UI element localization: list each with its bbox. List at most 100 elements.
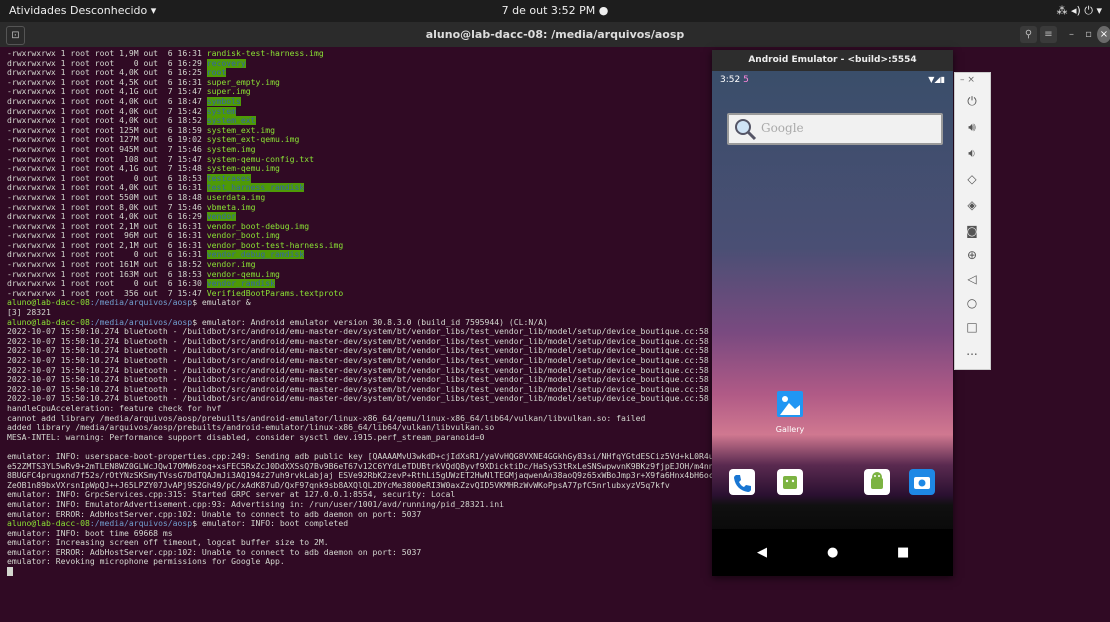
directory-name: system_ext [206, 116, 256, 126]
file-attributes: -rwxrwxrwx 1 root root 108 out 7 15:47 [7, 154, 207, 164]
file-attributes: -rwxrwxrwx 1 root root 8,0K out 7 15:46 [7, 202, 207, 212]
close-icon[interactable]: × [1097, 26, 1110, 43]
output-text: emulator: Revoking microphone permission… [7, 557, 285, 567]
rotate-right-icon[interactable]: ◈ [962, 195, 982, 215]
android-robot-icon [871, 472, 883, 489]
file-attributes: drwxrwxrwx 1 root root 4,0K out 6 16:31 [7, 183, 207, 193]
output-text: 2022-10-07 15:50:10.274 bluetooth - /bui… [7, 327, 763, 337]
screenshot-icon[interactable]: ◙ [962, 221, 982, 241]
messages-app-icon[interactable] [777, 469, 803, 495]
volume-up-icon[interactable]: 🔊︎ [962, 117, 982, 137]
navigation-bar: ◀ ● ■ [712, 529, 953, 576]
file-attributes: drwxrwxrwx 1 root root 4,0K out 6 16:29 [7, 212, 207, 222]
camera-app-icon[interactable] [909, 469, 935, 495]
rotate-left-icon[interactable]: ◇ [962, 169, 982, 189]
search-icon[interactable]: ⚲ [1020, 26, 1037, 43]
file-name: system_ext-qemu.img [206, 135, 300, 145]
phone-icon [734, 475, 751, 492]
status-bar-left: 3:52 5 [720, 75, 749, 85]
output-text: 2022-10-07 15:50:10.274 bluetooth - /bui… [7, 336, 763, 346]
more-options-icon[interactable]: ... [962, 341, 982, 361]
file-attributes: -rwxrwxrwx 1 root root 161M out 6 18:52 [7, 260, 207, 270]
zoom-icon[interactable]: ⊕ [962, 245, 982, 265]
file-attributes: drwxrwxrwx 1 root root 0 out 6 16:31 [7, 250, 207, 260]
directory-name: recovery [206, 58, 246, 68]
file-attributes: -rwxrwxrwx 1 root root 4,5K out 6 16:31 [7, 77, 207, 87]
directory-name: test_harness_ramdisk [206, 183, 305, 193]
gallery-app-icon[interactable]: Gallery [770, 391, 810, 434]
output-text: 2022-10-07 15:50:10.274 bluetooth - /bui… [7, 365, 763, 375]
file-name: vendor_boot-test-harness.img [206, 240, 344, 250]
command-text: $ emulator & [192, 298, 251, 308]
directory-name: testcases [206, 173, 251, 183]
file-name: vendor-qemu.img [206, 269, 280, 279]
directory-name: vendor_ramdisk [206, 279, 276, 289]
file-attributes: -rwxrwxrwx 1 root root 550M out 6 18:48 [7, 192, 207, 202]
file-name: VerifiedBootParams.textproto [206, 288, 344, 298]
output-text: added library /media/arquivos/aosp/prebu… [7, 423, 495, 433]
output-text: 2022-10-07 15:50:10.274 bluetooth - /bui… [7, 384, 763, 394]
file-name: vendor_boot-debug.img [206, 221, 310, 231]
file-attributes: drwxrwxrwx 1 root root 4,0K out 7 15:42 [7, 106, 207, 116]
maximize-icon[interactable]: ▫ [1080, 26, 1097, 43]
file-name: system-qemu-config.txt [206, 154, 314, 164]
output-text: emulator: INFO: GrpcServices.cpp:315: St… [7, 490, 456, 500]
file-name: vbmeta.img [206, 202, 256, 212]
output-text: emulator: Increasing screen off timeout,… [7, 538, 329, 548]
google-search-bar[interactable]: Google [727, 113, 943, 145]
back-button-icon[interactable]: ◀ [757, 545, 767, 560]
phone-app-icon[interactable] [729, 469, 755, 495]
file-name: userdata.img [206, 192, 266, 202]
file-attributes: -rwxrwxrwx 1 root root 4,1G out 7 15:47 [7, 87, 207, 97]
output-text: 2022-10-07 15:50:10.274 bluetooth - /bui… [7, 356, 763, 365]
file-attributes: -rwxrwxrwx 1 root root 1,9M out 6 16:31 [7, 49, 207, 58]
toolbar-window-controls[interactable]: – × [960, 75, 975, 85]
file-attributes: drwxrwxrwx 1 root root 4,0K out 6 18:52 [7, 116, 207, 126]
output-text: MESA-INTEL: warning: Performance support… [7, 432, 485, 442]
output-text: emulator: ERROR: AdbHostServer.cpp:102: … [7, 509, 422, 519]
clock[interactable]: 7 de out 3:52 PM ● [0, 4, 1110, 17]
camera-icon [914, 477, 930, 489]
file-attributes: -rwxrwxrwx 1 root root 2,1M out 6 16:31 [7, 240, 207, 250]
prompt-path: :/media/arquivos/aosp [89, 519, 193, 529]
minimize-icon[interactable]: – [1063, 26, 1080, 43]
file-attributes: drwxrwxrwx 1 root root 4,0K out 6 16:25 [7, 68, 207, 78]
file-attributes: -rwxrwxrwx 1 root root 4,1G out 7 15:48 [7, 164, 207, 174]
recents-button-icon[interactable]: ■ [897, 545, 909, 560]
file-attributes: drwxrwxrwx 1 root root 0 out 6 16:30 [7, 279, 207, 289]
volume-down-icon[interactable]: 🔉︎ [962, 143, 982, 163]
android-app-icon[interactable] [864, 469, 890, 495]
output-text: cannot add library /media/arquivos/aosp/… [7, 413, 646, 423]
directory-name: system [206, 106, 237, 116]
android-home-screen[interactable]: 3:52 5 ▼◢▮ Google Gallery ◀ ● ■ [712, 71, 953, 576]
overview-icon[interactable]: □ [962, 317, 982, 337]
file-name: vendor_boot.img [206, 231, 280, 241]
file-attributes: -rwxrwxrwx 1 root root 163M out 6 18:53 [7, 269, 207, 279]
command-text: $ emulator: INFO: boot completed [192, 519, 349, 529]
file-name: system-qemu.img [206, 164, 280, 174]
gallery-icon [777, 391, 803, 417]
back-icon[interactable]: ◁ [962, 269, 982, 289]
output-text: e52ZMTS3YL5wRv9+2mTLEN8WZ0GLWcJQw17OMW6z… [7, 461, 821, 471]
status-time: 3:52 [720, 75, 741, 85]
prompt-user: aluno@lab-dacc-08 [7, 317, 90, 327]
directory-name: vendor_debug_ramdisk [206, 250, 305, 260]
output-text: [3] 28321 [7, 308, 51, 318]
home-icon[interactable]: ○ [962, 293, 982, 313]
dock [712, 469, 953, 505]
system-tray[interactable]: ⁂ ◂) ⏻ ▾ [1056, 4, 1102, 18]
file-attributes: -rwxrwxrwx 1 root root 356 out 7 15:47 [7, 288, 207, 298]
android-messages-icon [783, 476, 797, 489]
emulator-toolbar: – × ⏻ 🔊︎ 🔉︎ ◇ ◈ ◙ ⊕ ◁ ○ □ ... [954, 72, 991, 370]
terminal-titlebar: ⊡ aluno@lab-dacc-08: /media/arquivos/aos… [0, 22, 1110, 47]
file-name: system.img [206, 144, 256, 154]
home-button-icon[interactable]: ● [827, 545, 838, 560]
power-icon[interactable]: ⏻ [962, 91, 982, 111]
output-text: ZeOB1n89bxVXrsnIpWpQJ++J65LPZY07JvAPj9S2… [7, 480, 670, 490]
file-name: vendor.img [206, 260, 256, 270]
hamburger-menu-icon[interactable]: ≡ [1040, 26, 1057, 43]
file-attributes: drwxrwxrwx 1 root root 0 out 6 18:53 [7, 173, 207, 183]
android-emulator-window[interactable]: Android Emulator - <build>:5554 3:52 5 ▼… [712, 50, 953, 576]
status-bar-icons: ▼◢▮ [928, 75, 945, 84]
magnifier-icon [735, 119, 757, 141]
